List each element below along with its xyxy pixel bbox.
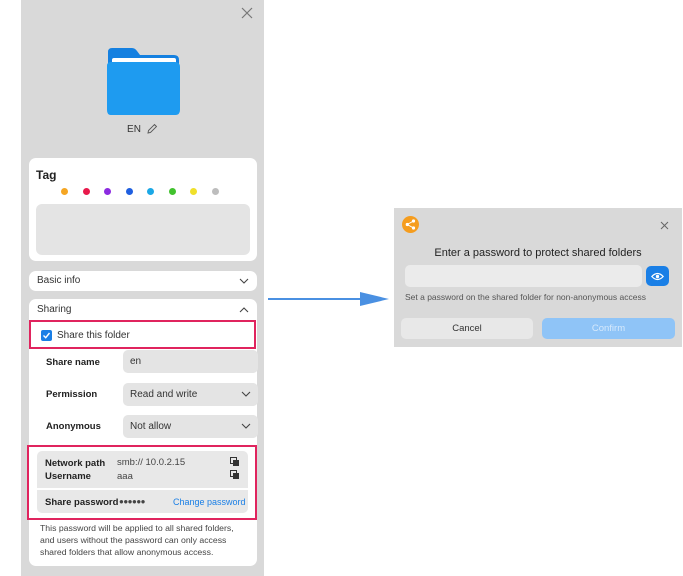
password-dialog: Enter a password to protect shared folde…: [394, 208, 682, 347]
share-name-input[interactable]: en: [123, 350, 258, 373]
chevron-up-icon[interactable]: [239, 306, 249, 314]
folder-name: EN: [127, 123, 141, 135]
close-icon[interactable]: [660, 221, 669, 230]
password-input[interactable]: [405, 265, 642, 287]
permission-label: Permission: [46, 389, 98, 400]
arrow-right-icon: [268, 292, 389, 306]
share-name-label: Share name: [46, 357, 100, 368]
share-icon: [402, 216, 419, 233]
chevron-down-icon: [241, 391, 251, 397]
highlight-network-box: [27, 445, 257, 520]
show-password-button[interactable]: [646, 266, 669, 286]
eye-icon: [651, 272, 664, 280]
permission-select[interactable]: Read and write: [123, 383, 258, 406]
share-folder-label: Share this folder: [57, 330, 130, 341]
sharing-label: Sharing: [37, 304, 72, 315]
permission-value: Read and write: [130, 389, 198, 400]
folder-icon: [107, 48, 180, 115]
close-icon[interactable]: [240, 6, 254, 20]
basic-info-label: Basic info: [37, 275, 81, 286]
tag-color-dot[interactable]: [190, 188, 197, 195]
share-folder-checkbox-row[interactable]: Share this folder: [41, 330, 130, 341]
chevron-down-icon: [241, 423, 251, 429]
tag-color-dot[interactable]: [82, 188, 90, 195]
dialog-title: Enter a password to protect shared folde…: [434, 247, 642, 259]
share-name-value: en: [130, 356, 142, 367]
folder-name-row: EN: [21, 123, 264, 135]
anonymous-value: Not allow: [130, 421, 172, 432]
tag-color-dot[interactable]: [211, 188, 219, 195]
basic-info-section[interactable]: Basic info: [29, 271, 257, 291]
tag-card: Tag: [29, 158, 257, 261]
cancel-button[interactable]: Cancel: [401, 318, 533, 339]
tag-color-dot[interactable]: [147, 188, 154, 195]
chevron-down-icon[interactable]: [239, 277, 249, 285]
share-folder-checkbox[interactable]: [41, 330, 52, 341]
tag-input-area[interactable]: [36, 204, 250, 255]
check-icon: [43, 332, 51, 339]
tag-color-dot[interactable]: [61, 188, 68, 195]
tag-color-dot[interactable]: [168, 188, 176, 195]
anonymous-label: Anonymous: [46, 421, 101, 432]
password-note: This password will be applied to all sha…: [40, 523, 234, 557]
anonymous-select[interactable]: Not allow: [123, 415, 258, 438]
tag-color-dot[interactable]: [125, 188, 133, 195]
confirm-button[interactable]: Confirm: [542, 318, 675, 339]
tag-color-dots: [61, 188, 219, 195]
tag-color-dot[interactable]: [104, 188, 111, 195]
dialog-hint: Set a password on the shared folder for …: [405, 292, 646, 302]
edit-pencil-icon[interactable]: [146, 123, 158, 135]
tag-title: Tag: [36, 168, 57, 182]
